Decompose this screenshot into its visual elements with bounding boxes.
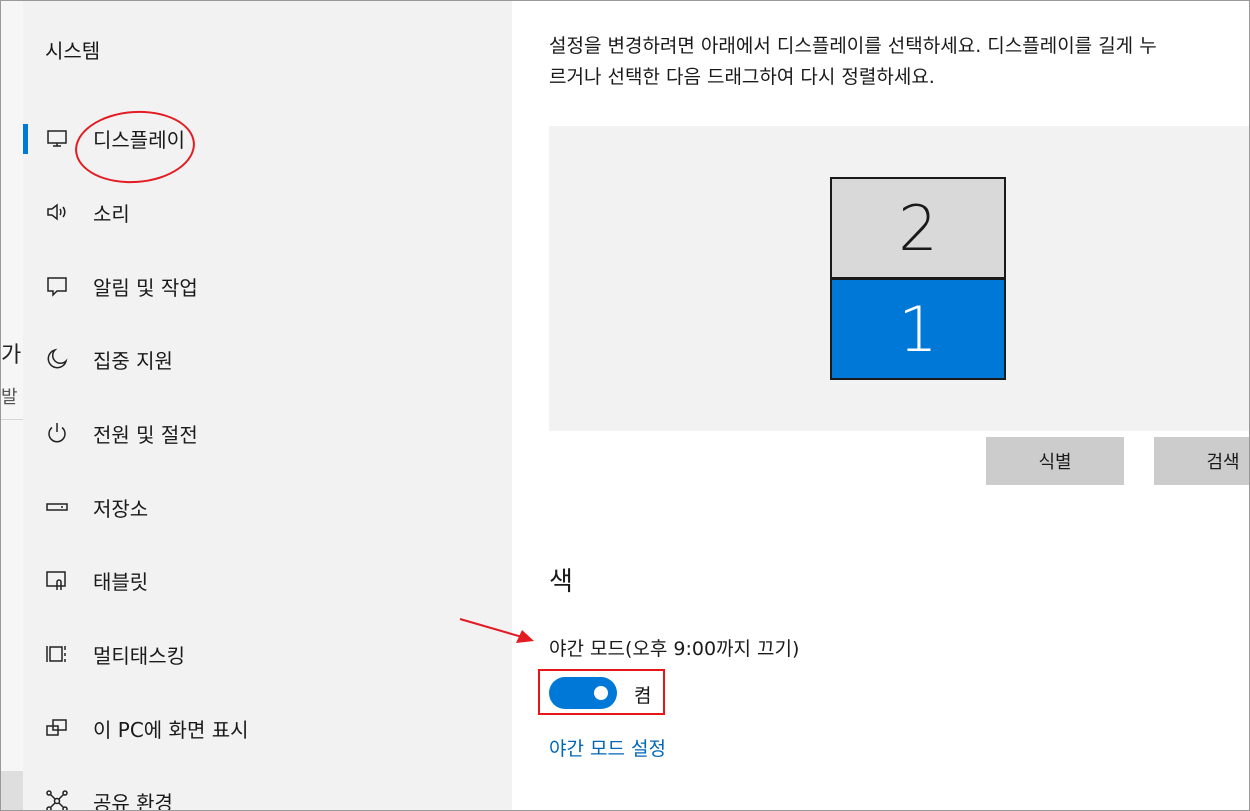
speaker-icon (44, 199, 70, 225)
settings-window: 가 발 시스템 디스플레이 소리 알림 및 작업 집중 지원 전원 및 절전 저… (0, 0, 1250, 811)
selected-indicator (23, 124, 28, 154)
night-light-state: 켬 (634, 685, 652, 707)
description-line: 르거나 선택한 다음 드래그하여 다시 정렬하세요. (549, 66, 935, 88)
storage-icon (44, 494, 70, 520)
sidebar-item-notifications[interactable]: 알림 및 작업 (23, 258, 512, 314)
divider (1, 419, 23, 420)
display-instructions: 설정을 변경하려면 아래에서 디스플레이를 선택하세요. 디스플레이를 길게 누… (549, 31, 1249, 93)
sidebar-item-label: 전원 및 절전 (93, 422, 198, 447)
moon-icon (44, 346, 70, 372)
sidebar-item-storage[interactable]: 저장소 (23, 479, 512, 535)
sidebar-item-label: 소리 (93, 201, 130, 226)
sidebar-item-label: 이 PC에 화면 표시 (93, 717, 249, 742)
background-window-bar (1, 771, 23, 810)
monitor-1[interactable]: 1 (830, 278, 1006, 380)
sidebar-item-label: 태블릿 (93, 569, 149, 594)
sidebar-item-label: 공유 환경 (93, 790, 173, 811)
project-icon (44, 715, 70, 741)
tablet-icon (44, 567, 70, 593)
sidebar-item-sound[interactable]: 소리 (23, 184, 512, 240)
display-settings-panel: 설정을 변경하려면 아래에서 디스플레이를 선택하세요. 디스플레이를 길게 누… (512, 1, 1249, 810)
background-window-text: 가 (1, 343, 22, 368)
power-icon (44, 420, 70, 446)
sidebar-item-label: 멀티태스킹 (93, 643, 185, 668)
sidebar-item-multitasking[interactable]: 멀티태스킹 (23, 626, 512, 682)
color-section-title: 색 (549, 567, 573, 597)
detect-button[interactable]: 검색 (1154, 437, 1249, 485)
multitasking-icon (44, 641, 70, 667)
night-light-toggle[interactable] (549, 677, 617, 709)
night-light-label: 야간 모드(오후 9:00까지 끄기) (549, 638, 800, 660)
monitor-2[interactable]: 2 (830, 177, 1006, 279)
share-icon (44, 788, 70, 810)
annotation-arrow-icon (459, 618, 534, 643)
sidebar-item-label: 알림 및 작업 (93, 275, 198, 300)
sidebar-item-focus-assist[interactable]: 집중 지원 (23, 331, 512, 387)
toggle-knob (594, 686, 608, 700)
sidebar-title: 시스템 (45, 39, 101, 63)
night-light-settings-link[interactable]: 야간 모드 설정 (549, 734, 666, 761)
background-window-text: 발 (1, 387, 18, 408)
sidebar-item-power[interactable]: 전원 및 절전 (23, 405, 512, 461)
identify-button[interactable]: 식별 (986, 437, 1124, 485)
sidebar-item-tablet[interactable]: 태블릿 (23, 552, 512, 608)
sidebar-item-project[interactable]: 이 PC에 화면 표시 (23, 700, 512, 756)
description-line: 설정을 변경하려면 아래에서 디스플레이를 선택하세요. 디스플레이를 길게 누 (549, 35, 1157, 57)
sidebar-item-label: 저장소 (93, 496, 149, 521)
monitor-icon (44, 125, 70, 151)
sidebar-item-shared-experiences[interactable]: 공유 환경 (23, 773, 512, 811)
display-arrangement-area: 2 1 (549, 126, 1249, 431)
notification-icon (44, 273, 70, 299)
sidebar-item-label: 집중 지원 (93, 348, 173, 373)
background-window: 가 발 (1, 1, 24, 810)
